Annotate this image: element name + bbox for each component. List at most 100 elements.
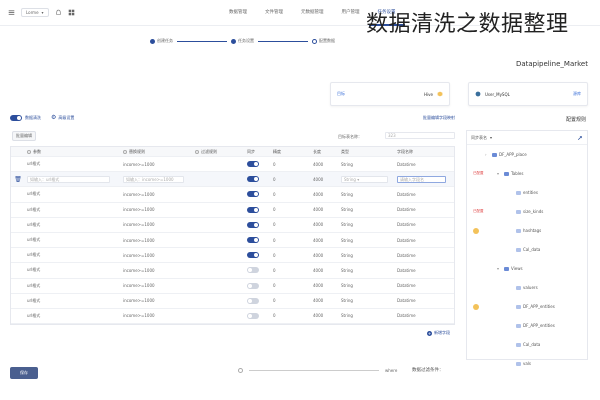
type-value: String bbox=[341, 313, 353, 319]
table-icon bbox=[516, 190, 521, 195]
batch-edit-link[interactable]: 批量编辑字段映射 bbox=[423, 115, 455, 121]
cond-value: income>=1000 bbox=[123, 267, 155, 273]
param-value: url格式 bbox=[27, 161, 41, 167]
sync-toggle[interactable] bbox=[247, 161, 259, 168]
sync-toggle[interactable] bbox=[247, 221, 259, 228]
param-input[interactable]: 如输入：url格式 bbox=[27, 175, 110, 183]
sync-toggle[interactable] bbox=[247, 206, 259, 213]
table-row[interactable]: url格式 income>=1000 0 4000 String Datatim… bbox=[11, 233, 454, 249]
env-select-value: Lorme bbox=[26, 10, 39, 15]
expand-arrow-icon[interactable]: ▾ bbox=[497, 266, 502, 271]
field-cell: Datatime bbox=[395, 162, 453, 167]
clean-toggle[interactable] bbox=[10, 114, 22, 121]
type-value: String bbox=[341, 191, 353, 197]
type-cell: String bbox=[339, 313, 395, 318]
cond-cell: income>=1000 bbox=[121, 238, 193, 243]
progress-steps: 创建任务 任务设置 配置数据 bbox=[150, 38, 335, 44]
sync-toggle[interactable] bbox=[247, 191, 259, 198]
table-row[interactable]: url格式 income>=1000 0 4000 String Datatim… bbox=[11, 279, 454, 294]
tree-item[interactable]: 已配置 ▾ Tables bbox=[467, 164, 587, 183]
table-row[interactable]: url格式 income>=1000 0 4000 String Datatim… bbox=[11, 309, 454, 325]
tree-item[interactable]: ▾ Views bbox=[467, 259, 587, 278]
nav-item-metadata[interactable]: 元数据管理 bbox=[292, 0, 333, 26]
field-value: Datatime bbox=[397, 298, 416, 304]
expand-arrow-icon[interactable]: ▾ bbox=[497, 171, 502, 176]
tree-item[interactable]: entities bbox=[467, 183, 587, 202]
tree-item[interactable]: 已配置 size_kinds bbox=[467, 202, 587, 221]
table-row[interactable]: url格式 income>=1000 0 4000 String Datatim… bbox=[11, 157, 454, 173]
expand-arrow-icon[interactable]: › bbox=[485, 152, 490, 157]
target-tag: 目标 bbox=[337, 91, 345, 96]
table-tree: 同步表名 ▾ › DF_APP_place 已配置 ▾ Tables entit… bbox=[466, 130, 588, 366]
type-cell: String bbox=[339, 207, 395, 212]
field-mapping-table: 参数 替换规则 过滤规则 同步 精度 长度 类型 字段名称 url格式 inco… bbox=[10, 146, 455, 336]
table-row[interactable]: url格式 income>=1000 0 4000 String Datatim… bbox=[11, 248, 454, 264]
inc-cell: 0 bbox=[273, 283, 276, 289]
gear-icon[interactable]: ⚙ bbox=[51, 114, 56, 121]
radio-icon[interactable] bbox=[195, 149, 199, 154]
nav-item-files[interactable]: 文件管理 bbox=[256, 0, 292, 26]
table-row[interactable]: url格式 income>=1000 0 4000 String Datatim… bbox=[11, 218, 454, 233]
where-radio[interactable] bbox=[238, 368, 243, 373]
sync-toggle[interactable] bbox=[247, 267, 259, 274]
table-row[interactable]: url格式 income>=1000 0 4000 String Datatim… bbox=[11, 294, 454, 309]
step-connector bbox=[258, 40, 308, 42]
warning-icon bbox=[473, 303, 479, 310]
type-value: String bbox=[341, 267, 353, 273]
bell-icon[interactable] bbox=[55, 9, 62, 16]
type-select[interactable]: String ▾ bbox=[341, 175, 388, 183]
sync-toggle[interactable] bbox=[247, 282, 259, 289]
grid-icon[interactable] bbox=[68, 9, 75, 16]
tree-item-label-wrap: size_kinds bbox=[509, 209, 543, 214]
nav-item-data[interactable]: 数据管理 bbox=[220, 0, 256, 26]
radio-icon[interactable] bbox=[27, 149, 31, 154]
table-row[interactable]: url格式 income>=1000 0 4000 String Datatim… bbox=[11, 263, 454, 279]
configured-badge: 已配置 bbox=[473, 171, 484, 175]
source-card[interactable]: User_MySQL 源库 bbox=[468, 82, 588, 106]
field-value: Datatime bbox=[397, 207, 416, 213]
batch-edit-button[interactable]: 批量编辑 bbox=[12, 131, 36, 141]
save-button[interactable]: 保存 bbox=[10, 367, 38, 379]
tree-item[interactable]: DF_APP_entities bbox=[467, 316, 587, 335]
tree-item[interactable]: hashtags bbox=[467, 221, 587, 240]
sync-toggle[interactable] bbox=[247, 176, 259, 183]
type-value: String bbox=[341, 161, 353, 167]
sync-toggle[interactable] bbox=[247, 237, 259, 244]
target-card[interactable]: 目标 Hive bbox=[330, 82, 450, 106]
len-cell: 4000 bbox=[313, 267, 324, 273]
param-cell: 如输入：url格式 bbox=[25, 175, 121, 183]
target-table-input[interactable]: 323 bbox=[385, 132, 455, 139]
cond-input[interactable]: 如输入：income>=1000 bbox=[123, 175, 185, 183]
tree-item[interactable]: valuers bbox=[467, 278, 587, 297]
sync-toggle[interactable] bbox=[247, 297, 259, 304]
header-len: 长度 bbox=[313, 148, 321, 154]
radio-icon[interactable] bbox=[123, 149, 127, 154]
pipeline-title: Datapipeline_Market bbox=[515, 60, 588, 68]
sync-toggle[interactable] bbox=[247, 312, 259, 319]
tree-item[interactable]: › DF_APP_place bbox=[467, 145, 587, 164]
chevron-down-icon[interactable]: ▾ bbox=[490, 135, 492, 140]
tree-item[interactable]: Cal_data bbox=[467, 335, 587, 354]
table-row[interactable]: 🗑 如输入：url格式 如输入：income>=1000 0 4000 Stri… bbox=[11, 172, 454, 188]
step-dot bbox=[150, 38, 155, 44]
tree-item[interactable]: Cal_data bbox=[467, 240, 587, 259]
field-cell: Datatime bbox=[395, 313, 453, 318]
tree-item[interactable]: DF_APP_entities bbox=[467, 297, 587, 316]
add-field-button[interactable]: + 新增字段 bbox=[427, 330, 450, 336]
len-cell: 4000 bbox=[313, 207, 324, 213]
menu-icon[interactable] bbox=[8, 9, 15, 16]
table-row[interactable]: url格式 income>=1000 0 4000 String Datatim… bbox=[11, 187, 454, 203]
table-row[interactable]: url格式 income>=1000 0 4000 String Datatim… bbox=[11, 203, 454, 218]
sync-toggle[interactable] bbox=[247, 252, 259, 259]
field-cell: Datatime bbox=[395, 207, 453, 212]
trash-icon[interactable]: 🗑 bbox=[14, 176, 22, 183]
env-select[interactable]: Lorme ▾ bbox=[21, 8, 49, 17]
advanced-settings-link[interactable]: 高级设置 bbox=[58, 115, 74, 121]
param-cell: url格式 bbox=[25, 252, 121, 258]
tree-item[interactable]: vals bbox=[467, 354, 587, 373]
cond-cell: income>=1000 bbox=[121, 268, 193, 273]
field-input[interactable]: 请输入字段名 bbox=[397, 175, 446, 183]
nav-item-users[interactable]: 用户管理 bbox=[333, 0, 369, 26]
sync-cell bbox=[245, 161, 271, 168]
table-icon bbox=[504, 266, 509, 271]
